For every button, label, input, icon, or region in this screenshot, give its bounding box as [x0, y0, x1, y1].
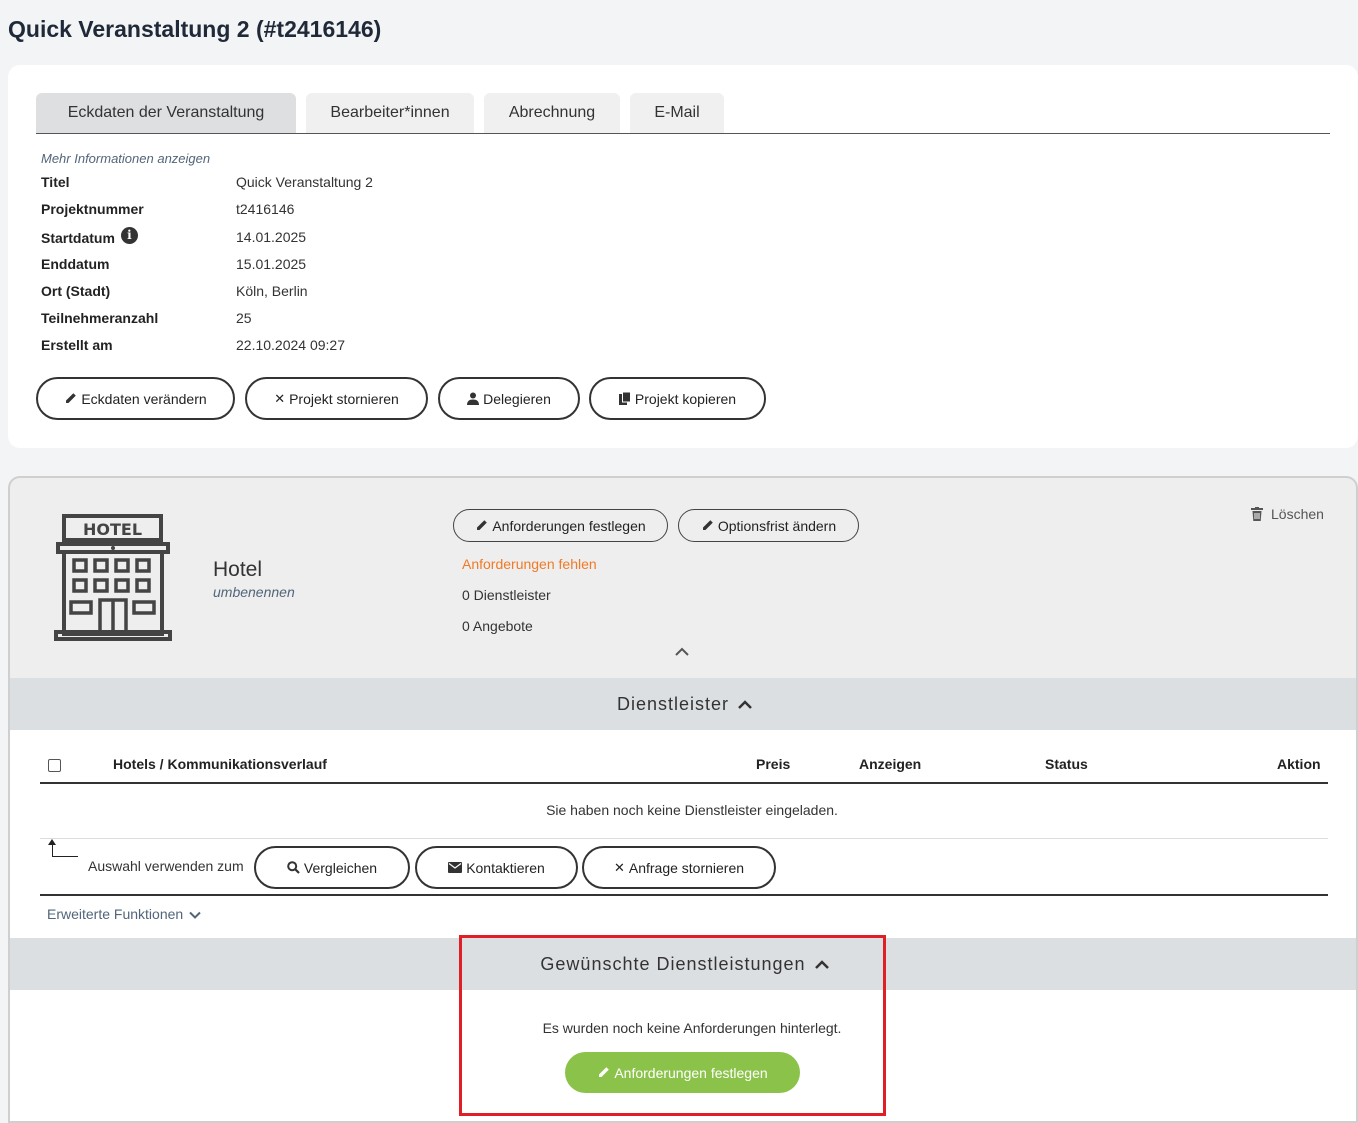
set-requirements-primary-button[interactable]: Anforderungen festlegen [565, 1052, 800, 1093]
column-header-price: Preis [756, 756, 791, 772]
field-label: Startdatum [41, 229, 115, 246]
service-name: Hotel [213, 558, 263, 581]
field-value: Köln, Berlin [236, 283, 308, 299]
pencil-icon [477, 520, 488, 530]
section-title: Gewünschte Dienstleistungen [540, 953, 806, 974]
table-footer-divider [40, 894, 1328, 896]
extended-functions-label: Erweiterte Funktionen [47, 906, 184, 922]
section-title: Dienstleister [616, 693, 730, 714]
button-label: Projekt kopieren [634, 390, 737, 407]
delete-button[interactable]: Löschen [1251, 506, 1324, 522]
pencil-icon [66, 393, 77, 403]
tab-email[interactable]: E-Mail [630, 93, 724, 133]
column-header-show: Anzeigen [859, 756, 922, 772]
button-label: Anfrage stornieren [628, 859, 745, 876]
cancel-request-button[interactable]: ✕ Anfrage stornieren [582, 846, 776, 889]
hotel-sign-text: HOTEL [83, 520, 142, 539]
providers-section-header[interactable]: Dienstleister [10, 678, 1356, 730]
delete-label: Löschen [1271, 506, 1324, 522]
field-value: Quick Veranstaltung 2 [236, 174, 373, 190]
requirements-missing-status: Anforderungen fehlen [462, 556, 597, 572]
search-icon [287, 861, 300, 874]
extended-functions-toggle[interactable]: Erweiterte Funktionen [47, 906, 201, 922]
requested-services-section-header[interactable]: Gewünschte Dienstleistungen [10, 938, 1356, 990]
contact-button[interactable]: Kontaktieren [415, 846, 578, 889]
times-icon: ✕ [613, 859, 625, 875]
info-icon[interactable]: i [120, 227, 138, 244]
chevron-down-icon [189, 911, 201, 919]
chevron-up-icon [814, 959, 829, 969]
pencil-icon [599, 1067, 610, 1077]
field-value: 25 [236, 310, 252, 326]
pencil-icon [702, 520, 713, 530]
field-label: Teilnehmeranzahl [41, 310, 159, 326]
trash-icon [1251, 507, 1263, 521]
button-label: Anforderungen festlegen [614, 1064, 768, 1081]
hotel-building-icon: HOTEL [54, 514, 172, 641]
copy-icon [618, 392, 631, 405]
field-value: 14.01.2025 [236, 229, 307, 245]
button-label: Projekt stornieren [289, 390, 399, 407]
set-requirements-button[interactable]: Anforderungen festlegen [453, 509, 668, 542]
copy-project-button[interactable]: Projekt kopieren [589, 377, 766, 420]
providers-table-area: Hotels / Kommunikationsverlauf Preis Anz… [10, 730, 1356, 938]
providers-count: 0 Dienstleister [462, 587, 551, 603]
field-value: 15.01.2025 [236, 256, 307, 272]
chevron-up-icon [738, 699, 752, 709]
select-all-checkbox[interactable] [48, 759, 61, 772]
field-label: Ort (Stadt) [41, 283, 111, 299]
change-option-deadline-button[interactable]: Optionsfrist ändern [678, 509, 859, 542]
table-divider [40, 838, 1328, 839]
button-label: Kontaktieren [466, 859, 545, 876]
envelope-icon [448, 862, 463, 873]
use-selection-label: Auswahl verwenden zum [88, 858, 244, 874]
field-label: Projektnummer [41, 201, 144, 217]
edit-details-button[interactable]: Eckdaten verändern [36, 377, 235, 420]
column-header-action: Aktion [1277, 756, 1321, 772]
field-value: 22.10.2024 09:27 [236, 337, 345, 353]
collapse-chevron-up-icon[interactable] [674, 644, 690, 662]
corner-arrow-icon [48, 839, 78, 857]
button-label: Eckdaten verändern [81, 390, 207, 407]
cancel-project-button[interactable]: ✕ Projekt stornieren [245, 377, 428, 420]
times-icon: ✕ [274, 390, 286, 406]
column-header-status: Status [1045, 756, 1088, 772]
column-header-hotels: Hotels / Kommunikationsverlauf [113, 756, 327, 772]
requirements-empty-message: Es wurden noch keine Anforderungen hinte… [542, 1020, 842, 1036]
field-label: Erstellt am [41, 337, 113, 353]
field-label: Enddatum [41, 256, 110, 272]
tab-bar: Eckdaten der Veranstaltung Bearbeiter*in… [36, 93, 1330, 134]
button-label: Vergleichen [303, 859, 378, 876]
compare-button[interactable]: Vergleichen [254, 846, 410, 889]
table-header-divider [40, 782, 1328, 784]
offers-count: 0 Angebote [462, 618, 533, 634]
field-value: t2416146 [236, 201, 295, 217]
delegate-button[interactable]: Delegieren [438, 377, 580, 420]
button-label: Anforderungen festlegen [492, 517, 646, 534]
rename-link[interactable]: umbenennen [213, 584, 295, 600]
providers-empty-message: Sie haben noch keine Dienstleister einge… [546, 802, 838, 818]
tab-bearbeiter[interactable]: Bearbeiter*innen [306, 93, 474, 133]
user-icon [467, 392, 480, 405]
requested-services-area: Es wurden noch keine Anforderungen hinte… [10, 990, 1356, 1121]
event-details-card: Eckdaten der Veranstaltung Bearbeiter*in… [8, 65, 1358, 448]
page-title: Quick Veranstaltung 2 (#t2416146) [8, 16, 382, 42]
tab-eckdaten[interactable]: Eckdaten der Veranstaltung [36, 93, 296, 133]
button-label: Optionsfrist ändern [717, 517, 837, 534]
hotel-service-card: HOTEL Hotel umbenennen Anforderungen fes… [8, 476, 1358, 1123]
tab-abrechnung[interactable]: Abrechnung [484, 93, 620, 133]
field-label: Titel [41, 174, 70, 190]
more-info-link[interactable]: Mehr Informationen anzeigen [41, 151, 210, 166]
field-label-startdatum: Startdatum i [41, 227, 138, 246]
button-label: Delegieren [483, 390, 551, 407]
